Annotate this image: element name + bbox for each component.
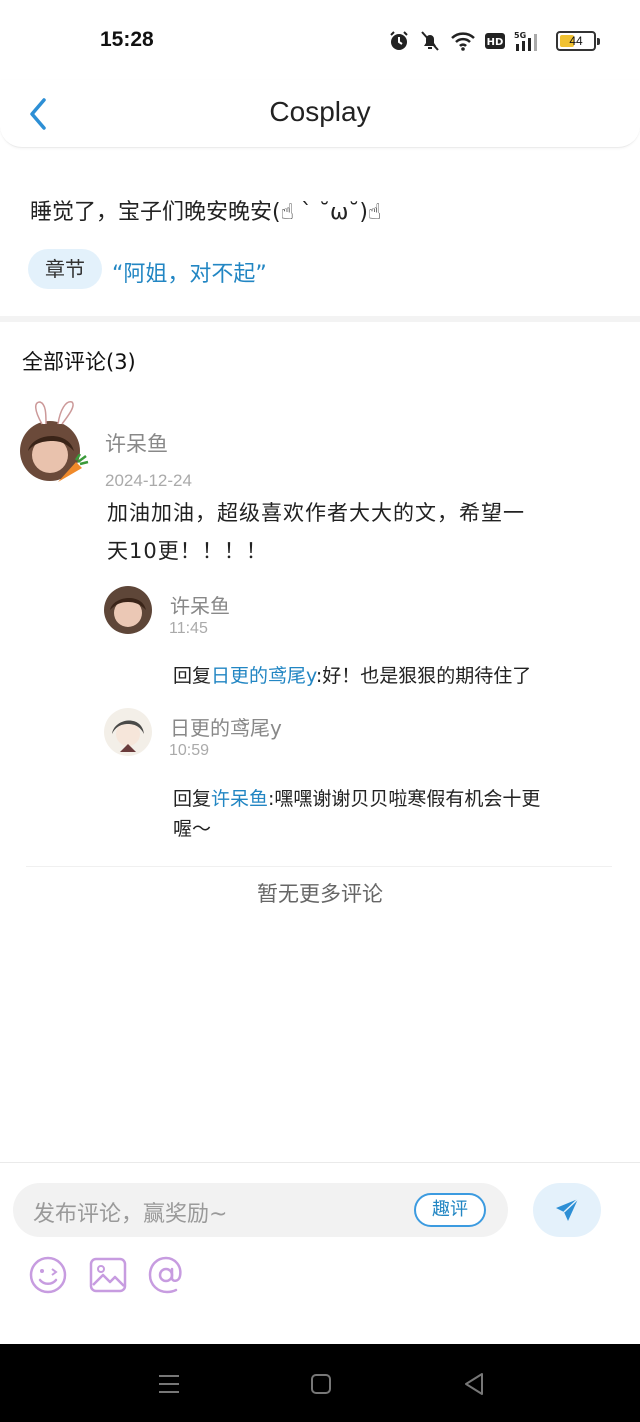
comment-date: 2024-12-24	[105, 471, 192, 490]
chapter-link[interactable]: “阿姐，对不起”	[112, 256, 267, 288]
post-card: 睡觉了，宝子们晚安晚安(☝ ˋ ˘ω˘)☝ 章节 “阿姐，对不起”	[0, 150, 640, 316]
reply-time: 11:45	[169, 620, 208, 637]
battery-tip	[597, 38, 600, 45]
section-divider	[0, 316, 640, 322]
menu-icon[interactable]	[155, 1370, 183, 1398]
avatar[interactable]	[104, 708, 152, 756]
at-icon[interactable]	[146, 1255, 186, 1295]
reply-prefix: 回复	[173, 788, 212, 810]
hd-icon: HD	[484, 31, 506, 51]
reply-mention[interactable]: 日更的鸢尾y	[211, 665, 316, 687]
reply-line: 喔～	[173, 818, 212, 840]
battery-level: 44	[569, 34, 583, 48]
comment-username[interactable]: 许呆鱼	[105, 428, 168, 458]
status-bar: 15:28 HD 5G 44	[0, 0, 640, 80]
status-time: 15:28	[100, 28, 154, 51]
reply-line: 回复许呆鱼:嘿嘿谢谢贝贝啦寒假有机会十更	[173, 784, 613, 814]
alarm-icon	[388, 30, 410, 52]
svg-text:HD: HD	[487, 37, 504, 48]
reply-body: 回复许呆鱼:嘿嘿谢谢贝贝啦寒假有机会十更 喔～	[173, 784, 613, 844]
reply-text: :好！也是狠狠的期待住了	[315, 665, 532, 687]
header: Cosplay	[0, 80, 640, 148]
system-nav-bar	[0, 1344, 640, 1422]
reply-prefix: 回复	[173, 665, 212, 687]
battery-icon: 44	[556, 31, 600, 51]
send-icon	[556, 1198, 579, 1221]
bunny-ears-icon	[35, 401, 74, 425]
reply-username[interactable]: 日更的鸢尾y	[170, 712, 282, 741]
comment-body-line: 天10更！！！！	[107, 539, 268, 563]
reply-text: :嘿嘿谢谢贝贝啦寒假有机会十更	[268, 788, 541, 810]
comment-placeholder: 发布评论，赢奖励~	[33, 1202, 228, 1227]
comment-body: 加油加油，超级喜欢作者大大的文，希望一 天10更！！！！	[107, 494, 617, 570]
send-button[interactable]	[533, 1183, 601, 1237]
quping-button[interactable]: 趣评	[414, 1193, 486, 1227]
image-icon[interactable]	[88, 1255, 128, 1295]
page-title: Cosplay	[269, 96, 371, 127]
comment-body-line: 加油加油，超级喜欢作者大大的文，希望一	[107, 501, 525, 525]
comment-input[interactable]: 发布评论，赢奖励~ 趣评	[13, 1183, 508, 1237]
chapter-tag: 章节	[28, 249, 102, 289]
reply-mention[interactable]: 许呆鱼	[211, 788, 268, 810]
wifi-icon	[450, 30, 476, 52]
post-text: 睡觉了，宝子们晚安晚安(☝ ˋ ˘ω˘)☝	[30, 200, 382, 225]
reply-body: 回复日更的鸢尾y:好！也是狠狠的期待住了	[173, 661, 613, 691]
comment-bar: 发布评论，赢奖励~ 趣评	[0, 1162, 640, 1344]
smile-icon[interactable]	[28, 1255, 68, 1295]
comments-title: 全部评论(3)	[22, 350, 136, 374]
svg-text:5G: 5G	[514, 31, 526, 40]
status-icons: HD 5G 44	[388, 28, 600, 54]
home-icon[interactable]	[307, 1370, 335, 1398]
reply-username[interactable]: 许呆鱼	[170, 590, 230, 619]
carrot-icon	[58, 454, 89, 482]
back-nav-icon[interactable]	[460, 1370, 488, 1398]
signal-icon: 5G	[514, 30, 544, 52]
avatar[interactable]	[104, 586, 152, 634]
reply-time: 10:59	[169, 742, 210, 759]
list-divider	[26, 866, 612, 867]
mute-icon	[418, 30, 442, 52]
no-more-comments: 暂无更多评论	[257, 882, 383, 906]
